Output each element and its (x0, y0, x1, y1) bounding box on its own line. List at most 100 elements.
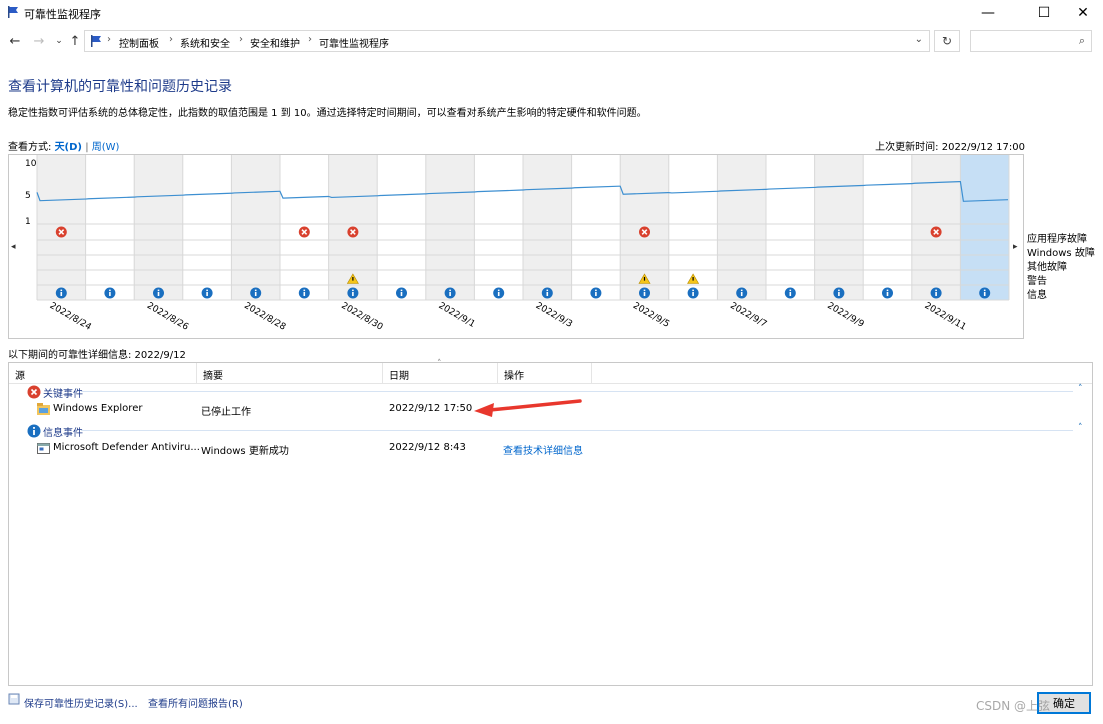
page-title: 查看计算机的可靠性和问题历史记录 (8, 79, 232, 95)
day-column[interactable] (425, 155, 475, 300)
y-tick-label: 10 (25, 159, 37, 169)
breadcrumb-security-maintenance[interactable]: 安全和维护 (250, 35, 300, 50)
info-marker-mark (692, 292, 694, 296)
info-marker-dot (303, 289, 306, 292)
day-column[interactable] (717, 155, 766, 300)
info-marker-mark (643, 292, 646, 296)
day-column[interactable] (182, 155, 232, 300)
scroll-right-arrow-icon[interactable]: ▸ (1013, 242, 1018, 252)
info-marker-mark (789, 292, 792, 296)
application-icon (37, 443, 50, 454)
legend-app-failures: 应用程序故障 (1027, 234, 1087, 245)
scroll-left-arrow-icon[interactable]: ◂ (11, 242, 16, 252)
save-icon (8, 693, 20, 705)
close-button[interactable]: ✕ (1060, 0, 1103, 26)
info-marker-dot (789, 289, 792, 292)
breadcrumb-system-security[interactable]: 系统和安全 (180, 35, 230, 50)
info-marker-mark (935, 292, 937, 296)
info-marker-mark (983, 292, 986, 296)
details-label: 以下期间的可靠性详细信息: 2022/9/12 (8, 350, 186, 361)
table-row[interactable]: Microsoft Defender Antiviru... Windows 更… (37, 442, 1077, 458)
critical-events-title: 关键事件 (43, 389, 83, 400)
row-source: Microsoft Defender Antiviru... (53, 442, 200, 453)
legend-information: 信息 (1027, 290, 1047, 301)
reliability-chart: 10 5 1 2022/8/24 2022/8/26 2022/8/28 2022/8/30… (8, 154, 1024, 339)
row-date: 2022/9/12 17:50 (389, 403, 473, 414)
day-column[interactable] (134, 155, 183, 300)
info-events-title: 信息事件 (43, 428, 83, 439)
date-tick-label: 2022/9/11 (923, 301, 968, 333)
view-by-week-link[interactable]: 周(W) (92, 142, 120, 153)
legend-other-failures: 其他故障 (1027, 262, 1067, 273)
date-tick-label: 2022/8/28 (242, 301, 287, 333)
search-input[interactable]: ⌕ (970, 30, 1092, 52)
breadcrumb-separator-icon: › (308, 34, 312, 45)
info-marker-mark (206, 292, 208, 296)
info-marker-mark (254, 292, 257, 296)
view-by-bar: 查看方式: 天(D) | 周(W) (8, 138, 119, 153)
day-column[interactable] (766, 155, 815, 300)
watermark: CSDN @上弦 (976, 699, 1051, 713)
date-tick-label: 2022/8/30 (339, 301, 384, 333)
group-divider (81, 430, 1073, 431)
day-column[interactable] (571, 155, 621, 300)
day-column[interactable] (85, 155, 135, 300)
search-icon: ⌕ (1078, 34, 1085, 47)
info-marker-dot (109, 289, 111, 292)
breadcrumb-reliability-monitor[interactable]: 可靠性监视程序 (319, 35, 389, 50)
info-marker-dot (449, 289, 451, 292)
date-tick-label: 2022/9/9 (825, 301, 865, 330)
warning-marker-mark (352, 277, 354, 281)
day-column[interactable] (377, 155, 426, 300)
view-technical-details-link[interactable]: 查看技术详细信息 (503, 442, 583, 457)
flag-icon (91, 35, 101, 47)
forward-arrow-icon[interactable]: → (30, 32, 48, 50)
info-marker-mark (109, 292, 111, 296)
collapse-chevron-icon[interactable]: ˄ (1078, 423, 1083, 433)
date-tick-label: 2022/8/24 (48, 301, 93, 333)
header-divider (9, 383, 1092, 384)
back-arrow-icon[interactable]: ← (6, 32, 24, 50)
up-arrow-icon[interactable]: ↑ (66, 32, 84, 50)
refresh-icon: ↻ (941, 34, 953, 48)
y-tick-label: 5 (25, 191, 31, 201)
folder-icon (37, 403, 50, 415)
info-marker-dot (838, 289, 840, 292)
legend-windows-failures: Windows 故障 (1027, 248, 1095, 259)
refresh-button[interactable]: ↻ (934, 30, 960, 52)
window-title: 可靠性监视程序 (24, 8, 101, 21)
column-header-action[interactable]: 操作 (498, 363, 592, 383)
last-updated-text: 上次更新时间: 2022/9/12 17:00 (875, 142, 1025, 153)
row-source: Windows Explorer (53, 403, 143, 414)
day-column[interactable] (474, 155, 523, 300)
row-summary: 已停止工作 (201, 407, 251, 418)
breadcrumb-separator-icon: › (169, 34, 173, 45)
view-all-reports-link[interactable]: 查看所有问题报告(R) (148, 695, 243, 710)
breadcrumb-control-panel[interactable]: 控制面板 (119, 35, 159, 50)
info-icon (27, 424, 41, 438)
column-header-summary[interactable]: 摘要 (197, 363, 383, 383)
column-header-source[interactable]: 源 (9, 363, 197, 383)
view-by-day-link[interactable]: 天(D) (55, 142, 82, 153)
address-dropdown-chevron-icon[interactable]: ⌄ (915, 34, 923, 45)
date-tick-label: 2022/9/7 (728, 301, 768, 330)
date-tick-label: 2022/9/5 (631, 301, 671, 330)
address-bar[interactable]: › 控制面板 › 系统和安全 › 安全和维护 › 可靠性监视程序 ⌄ (84, 30, 930, 52)
info-marker-dot (352, 289, 354, 292)
minimize-button[interactable]: — (965, 0, 1011, 26)
collapse-chevron-icon[interactable]: ˄ (1078, 384, 1083, 394)
error-icon (27, 385, 41, 399)
info-marker-dot (886, 289, 889, 292)
save-history-link[interactable]: 保存可靠性历史记录(S)... (24, 695, 138, 710)
info-marker-mark (740, 292, 743, 296)
warning-marker-mark (643, 277, 646, 281)
day-column[interactable] (814, 155, 864, 300)
info-marker-dot (497, 289, 500, 292)
day-column[interactable] (863, 155, 912, 300)
day-column[interactable] (231, 155, 280, 300)
day-column[interactable] (523, 155, 572, 300)
info-marker-dot (400, 289, 403, 292)
row-summary: Windows 更新成功 (201, 446, 289, 457)
row-date: 2022/9/12 8:43 (389, 442, 466, 453)
day-column[interactable] (960, 155, 1009, 300)
